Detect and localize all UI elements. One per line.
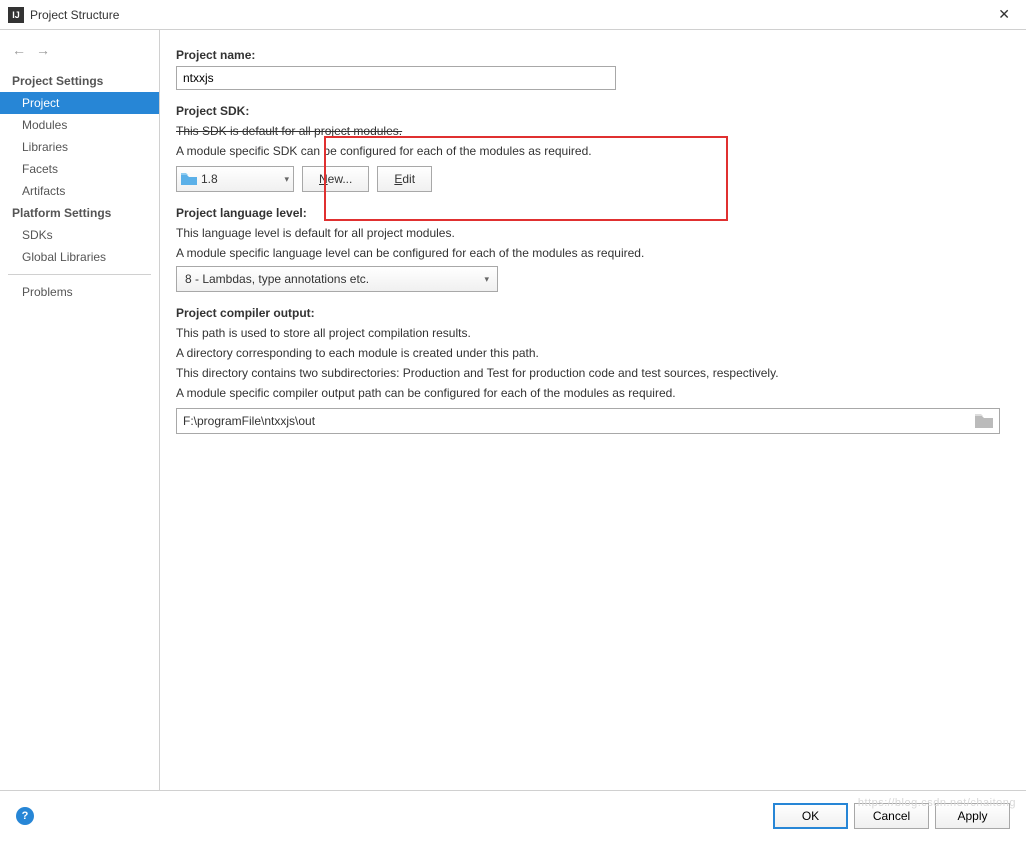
- section-project-settings: Project Settings: [0, 70, 159, 92]
- edit-sdk-button[interactable]: Edit: [377, 166, 432, 192]
- sidebar-item-facets[interactable]: Facets: [0, 158, 159, 180]
- dialog-footer: ? OK Cancel Apply: [0, 790, 1026, 840]
- out-desc-1: This path is used to store all project c…: [176, 324, 1006, 342]
- app-icon: IJ: [8, 7, 24, 23]
- apply-button[interactable]: Apply: [935, 803, 1010, 829]
- close-icon[interactable]: ✕: [990, 2, 1018, 27]
- sidebar-item-sdks[interactable]: SDKs: [0, 224, 159, 246]
- compiler-output-input[interactable]: F:\programFile\ntxxjs\out: [176, 408, 1000, 434]
- folder-icon: [181, 173, 197, 185]
- nav-back-icon[interactable]: ←: [12, 42, 26, 58]
- sidebar-item-global-libraries[interactable]: Global Libraries: [0, 246, 159, 268]
- cancel-button[interactable]: Cancel: [854, 803, 929, 829]
- language-level-label: Project language level:: [176, 206, 1006, 220]
- out-desc-3: This directory contains two subdirectori…: [176, 364, 1006, 382]
- chevron-down-icon: ▾: [484, 274, 489, 285]
- ok-button[interactable]: OK: [773, 803, 848, 829]
- window-title: Project Structure: [30, 8, 119, 22]
- new-sdk-button[interactable]: New...: [302, 166, 369, 192]
- sidebar-item-artifacts[interactable]: Artifacts: [0, 180, 159, 202]
- sidebar-item-problems[interactable]: Problems: [0, 281, 159, 303]
- lang-desc-2: A module specific language level can be …: [176, 244, 1006, 262]
- sdk-desc-1: This SDK is default for all project modu…: [176, 122, 1006, 140]
- out-desc-2: A directory corresponding to each module…: [176, 344, 1006, 362]
- sidebar-item-modules[interactable]: Modules: [0, 114, 159, 136]
- sidebar-item-project[interactable]: Project: [0, 92, 159, 114]
- chevron-down-icon: ▾: [284, 174, 289, 185]
- language-level-dropdown[interactable]: 8 - Lambdas, type annotations etc. ▾: [176, 266, 498, 292]
- sdk-value: 1.8: [201, 172, 218, 186]
- compiler-output-value: F:\programFile\ntxxjs\out: [183, 414, 975, 428]
- browse-folder-icon[interactable]: [975, 414, 993, 428]
- project-name-input[interactable]: [176, 66, 616, 90]
- help-icon[interactable]: ?: [16, 807, 34, 825]
- sidebar-item-libraries[interactable]: Libraries: [0, 136, 159, 158]
- project-sdk-label: Project SDK:: [176, 104, 1006, 118]
- sdk-desc-2: A module specific SDK can be configured …: [176, 142, 1006, 160]
- project-name-label: Project name:: [176, 48, 1006, 62]
- sidebar-separator: [8, 274, 151, 275]
- out-desc-4: A module specific compiler output path c…: [176, 384, 1006, 402]
- compiler-output-label: Project compiler output:: [176, 306, 1006, 320]
- sdk-dropdown[interactable]: 1.8 ▾: [176, 166, 294, 192]
- language-level-value: 8 - Lambdas, type annotations etc.: [185, 272, 369, 286]
- titlebar: IJ Project Structure ✕: [0, 0, 1026, 30]
- sidebar: ← → Project Settings Project Modules Lib…: [0, 30, 160, 790]
- section-platform-settings: Platform Settings: [0, 202, 159, 224]
- lang-desc-1: This language level is default for all p…: [176, 224, 1006, 242]
- content-area: Project name: Project SDK: This SDK is d…: [160, 30, 1026, 790]
- nav-forward-icon[interactable]: →: [36, 42, 50, 58]
